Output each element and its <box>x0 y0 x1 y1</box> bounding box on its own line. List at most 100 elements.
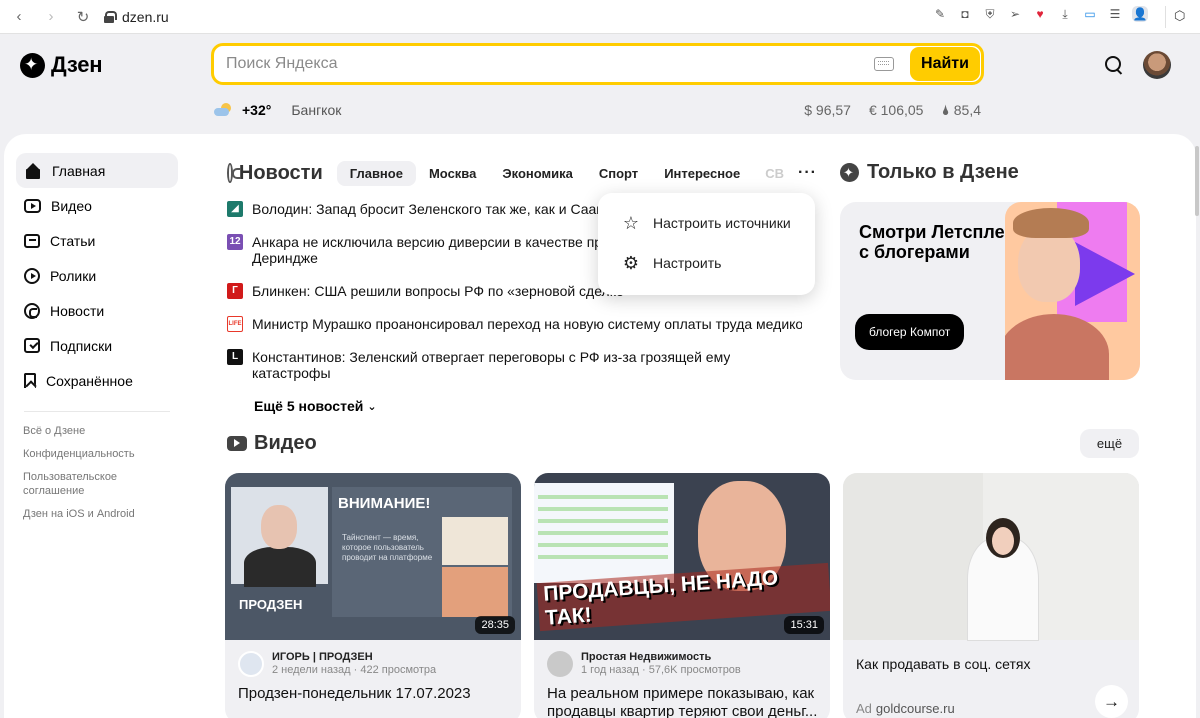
slide-frame: ВНИМАНИЕ! Тайнспент — время, которое пол… <box>332 487 512 617</box>
forward-icon[interactable]: › <box>42 8 60 25</box>
search-icon[interactable] <box>1104 55 1124 75</box>
video-thumbnail[interactable]: ПРОДАВЦЫ, НЕ НАДО ТАК! <box>534 473 830 640</box>
list-icon[interactable]: ☰ <box>1107 6 1123 22</box>
dzen-logo-icon <box>840 162 859 182</box>
source-logo-icon: 12 <box>227 234 243 250</box>
ad-domain: goldcourse.ru <box>875 701 955 716</box>
link-apps[interactable]: Дзен на iOS и Android <box>16 507 136 521</box>
more-options-icon[interactable]: ··· <box>798 164 817 182</box>
source-logo-icon: L <box>227 349 243 365</box>
video-card[interactable]: ПРОДАВЦЫ, НЕ НАДО ТАК! 15:31 Простая Нед… <box>534 473 830 718</box>
toggle-icon[interactable]: ▭ <box>1082 6 1098 22</box>
promo-chip[interactable]: блогер Компот <box>855 314 965 350</box>
heart-icon[interactable]: ♥ <box>1032 6 1048 22</box>
table-row-graphic <box>538 495 668 499</box>
sidebar-item-label: Статьи <box>50 232 96 249</box>
promo-banner[interactable]: Смотри Летсплеи с блогерами блогер Компо… <box>840 202 1140 380</box>
sidebar-item-saved[interactable]: Сохранённое <box>16 363 178 398</box>
scrollbar[interactable] <box>1194 134 1200 718</box>
video-thumbnail[interactable]: ВНИМАНИЕ! Тайнспент — время, которое пол… <box>225 473 521 640</box>
info-bar: +32° Бангкок $ 96,57 € 106,05 🌢 85,4 <box>0 100 1200 122</box>
weather-widget[interactable]: +32° Бангкок <box>214 102 341 118</box>
section-title: Только в Дзене <box>867 160 1019 183</box>
shield-icon[interactable]: ⛨ <box>982 6 998 22</box>
logo-text: Дзен <box>51 52 103 77</box>
video-header[interactable]: Видео <box>227 432 317 455</box>
news-item[interactable]: L Константинов: Зеленский отвергает пере… <box>227 349 817 381</box>
menu-item-configure-sources[interactable]: ☆ Настроить источники <box>598 203 815 243</box>
news-item[interactable]: LIFE Министр Мурашко проанонсировал пере… <box>227 316 817 332</box>
channel-name: ИГОРЬ | ПРОДЗЕН <box>272 651 373 663</box>
tab-sport[interactable]: Спорт <box>586 161 651 186</box>
source-logo-icon: LIFE <box>227 316 243 332</box>
tab-economy[interactable]: Экономика <box>489 161 586 186</box>
toolbar-divider <box>1165 6 1166 28</box>
url-text[interactable]: dzen.ru <box>122 9 169 25</box>
source-logo-icon: ◢ <box>227 201 243 217</box>
tab-interesting[interactable]: Интересное <box>651 161 753 186</box>
news-headline[interactable]: Министр Мурашко проанонсировал переход н… <box>252 316 802 332</box>
edit-icon[interactable]: ✎ <box>932 6 948 22</box>
avatar[interactable] <box>1143 51 1171 79</box>
person-face <box>261 505 297 549</box>
news-title[interactable]: Новости <box>239 162 323 185</box>
search-input[interactable] <box>214 46 874 82</box>
search-button[interactable]: Найти <box>910 47 980 81</box>
table-row-graphic <box>538 531 668 535</box>
table-row-graphic <box>538 519 668 523</box>
send-icon[interactable]: ➢ <box>1007 6 1023 22</box>
sidebar-item-home[interactable]: Главная <box>16 153 178 188</box>
more-video-button[interactable]: ещё <box>1080 429 1139 458</box>
sidebar-item-reels[interactable]: Ролики <box>16 258 178 293</box>
lock-icon <box>104 10 117 23</box>
keyboard-icon[interactable] <box>874 57 894 71</box>
articles-icon <box>24 233 40 248</box>
sidebar-item-news[interactable]: Новости <box>16 293 178 328</box>
reload-icon[interactable]: ↻ <box>74 8 92 26</box>
dzen-logo[interactable]: Дзен <box>20 52 103 78</box>
channel-info[interactable]: Простая Недвижимость 1 год назад · 57,6K… <box>547 651 741 677</box>
cube-icon[interactable]: ⬡ <box>1174 8 1190 24</box>
partly-cloudy-icon <box>214 103 234 117</box>
back-icon[interactable]: ‹ <box>10 8 28 25</box>
search-bar: Найти <box>211 43 984 85</box>
video-title[interactable]: На реальном примере показываю, как прода… <box>547 685 819 718</box>
camera-icon[interactable]: ◘ <box>957 6 973 22</box>
address-bar[interactable]: dzen.ru <box>104 9 169 25</box>
video-title[interactable]: Продзен-понедельник 17.07.2023 <box>238 685 510 703</box>
tab-main[interactable]: Главное <box>336 160 416 186</box>
menu-item-configure[interactable]: ⚙ Настроить <box>598 243 815 283</box>
news-headline[interactable]: Константинов: Зеленский отвергает перего… <box>252 349 730 381</box>
profile-icon[interactable]: 👤 <box>1132 6 1148 22</box>
menu-item-label: Настроить <box>653 255 722 271</box>
sidebar-item-video[interactable]: Видео <box>16 188 178 223</box>
tab-svo[interactable]: СВ <box>753 161 784 186</box>
thumb-brand: ПРОДЗЕН <box>239 597 303 612</box>
sidebar-item-articles[interactable]: Статьи <box>16 223 178 258</box>
download-icon[interactable]: ⤓ <box>1057 6 1073 22</box>
ad-source[interactable]: Ad goldcourse.ru <box>856 701 955 716</box>
browser-nav: ‹ › ↻ <box>10 8 92 26</box>
link-about[interactable]: Всё о Дзене <box>16 424 136 438</box>
menu-item-label: Настроить источники <box>653 215 791 231</box>
arrow-right-icon[interactable]: → <box>1095 685 1128 718</box>
more-news-button[interactable]: Ещё 5 новостей ⌄ <box>254 398 377 414</box>
ad-title[interactable]: Как продавать в соц. сетях <box>856 656 1031 672</box>
link-terms[interactable]: Пользовательское соглашение <box>16 470 136 498</box>
link-privacy[interactable]: Конфиденциальность <box>16 447 136 461</box>
sidebar-item-label: Ролики <box>50 267 97 284</box>
tab-moscow[interactable]: Москва <box>416 161 489 186</box>
news-headline[interactable]: Блинкен: США решили вопросы РФ по «зерно… <box>252 283 632 299</box>
news-headline[interactable]: Володин: Запад бросит Зеленского так же,… <box>252 201 653 217</box>
section-title: Видео <box>254 432 317 454</box>
sidebar-divider <box>24 411 170 412</box>
person-hair <box>1013 208 1089 238</box>
channel-info[interactable]: ИГОРЬ | ПРОДЗЕН 2 недели назад · 422 про… <box>238 651 436 677</box>
currency-rates[interactable]: $ 96,57 € 106,05 🌢 85,4 <box>804 102 981 119</box>
site-header: Дзен Найти +32° Бангкок $ 96,57 € 106,05… <box>0 34 1200 134</box>
video-card[interactable]: ВНИМАНИЕ! Тайнспент — время, которое пол… <box>225 473 521 718</box>
ad-card[interactable]: Как продавать в соц. сетях Ad goldcourse.… <box>843 473 1139 718</box>
only-in-zen-header[interactable]: Только в Дзене <box>840 160 1140 184</box>
sidebar-item-subscriptions[interactable]: Подписки <box>16 328 178 363</box>
ad-image[interactable] <box>843 473 1139 640</box>
